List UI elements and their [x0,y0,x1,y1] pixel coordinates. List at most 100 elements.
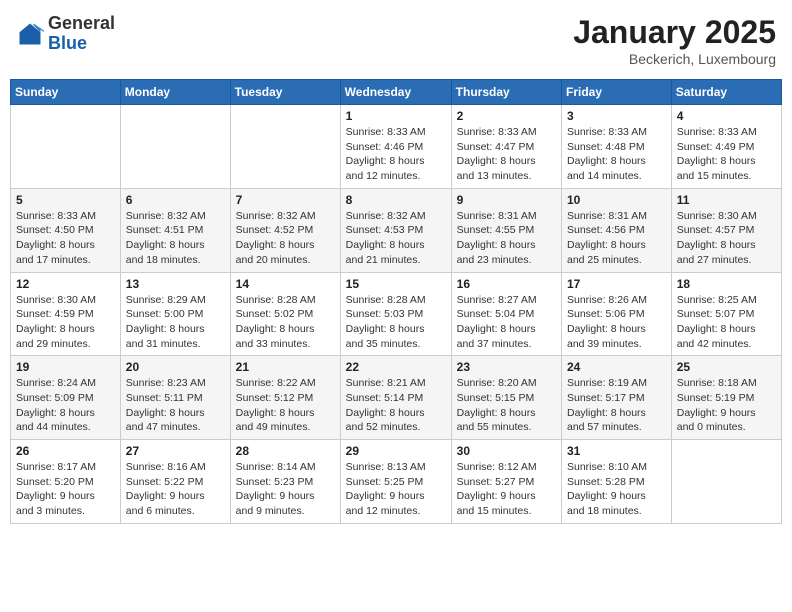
day-number: 20 [126,360,225,374]
day-info: Sunrise: 8:16 AM Sunset: 5:22 PM Dayligh… [126,460,225,519]
title-block: January 2025 Beckerich, Luxembourg [573,14,776,67]
calendar-cell [11,105,121,189]
day-info: Sunrise: 8:33 AM Sunset: 4:46 PM Dayligh… [346,125,446,184]
calendar-cell: 16 Sunrise: 8:27 AM Sunset: 5:04 PM Dayli… [451,272,561,356]
day-number: 16 [457,277,556,291]
day-info: Sunrise: 8:21 AM Sunset: 5:14 PM Dayligh… [346,376,446,435]
day-info: Sunrise: 8:13 AM Sunset: 5:25 PM Dayligh… [346,460,446,519]
day-info: Sunrise: 8:31 AM Sunset: 4:55 PM Dayligh… [457,209,556,268]
weekday-header-sunday: Sunday [11,80,121,105]
calendar-cell [120,105,230,189]
day-info: Sunrise: 8:14 AM Sunset: 5:23 PM Dayligh… [236,460,335,519]
calendar-cell [230,105,340,189]
month-title: January 2025 [573,14,776,51]
calendar-cell: 28Sunrise: 8:14 AM Sunset: 5:23 PM Dayli… [230,440,340,524]
weekday-header-thursday: Thursday [451,80,561,105]
day-info: Sunrise: 8:12 AM Sunset: 5:27 PM Dayligh… [457,460,556,519]
day-number: 9 [457,193,556,207]
day-info: Sunrise: 8:26 AM Sunset: 5:06 PM Dayligh… [567,293,666,352]
day-info: Sunrise: 8:24 AM Sunset: 5:09 PM Dayligh… [16,376,115,435]
day-number: 7 [236,193,335,207]
calendar-cell: 13Sunrise: 8:29 AM Sunset: 5:00 PM Dayli… [120,272,230,356]
calendar-cell: 22Sunrise: 8:21 AM Sunset: 5:14 PM Dayli… [340,356,451,440]
calendar-week-2: 5 Sunrise: 8:33 AM Sunset: 4:50 PM Daylig… [11,188,782,272]
calendar-cell: 12Sunrise: 8:30 AM Sunset: 4:59 PM Dayli… [11,272,121,356]
calendar-cell: 26 Sunrise: 8:17 AM Sunset: 5:20 PM Dayli… [11,440,121,524]
calendar-cell [671,440,781,524]
day-info: Sunrise: 8:32 AM Sunset: 4:53 PM Dayligh… [346,209,446,268]
day-number: 12 [16,277,115,291]
calendar-cell: 2Sunrise: 8:33 AM Sunset: 4:47 PM Daylig… [451,105,561,189]
day-info: Sunrise: 8:32 AM Sunset: 4:52 PM Dayligh… [236,209,335,268]
day-number: 25 [677,360,776,374]
calendar-week-4: 19 Sunrise: 8:24 AM Sunset: 5:09 PM Dayli… [11,356,782,440]
calendar-cell: 15Sunrise: 8:28 AM Sunset: 5:03 PM Dayli… [340,272,451,356]
day-number: 13 [126,277,225,291]
day-number: 31 [567,444,666,458]
calendar-cell: 1 Sunrise: 8:33 AM Sunset: 4:46 PM Daylig… [340,105,451,189]
logo-general: General [48,14,115,34]
day-number: 6 [126,193,225,207]
day-info: Sunrise: 8:18 AM Sunset: 5:19 PM Dayligh… [677,376,776,435]
day-number: 5 [16,193,115,207]
weekday-header-monday: Monday [120,80,230,105]
calendar-cell: 31 Sunrise: 8:10 AM Sunset: 5:28 PM Dayli… [562,440,672,524]
calendar-cell: 23 Sunrise: 8:20 AM Sunset: 5:15 PM Dayli… [451,356,561,440]
calendar-cell: 18Sunrise: 8:25 AM Sunset: 5:07 PM Dayli… [671,272,781,356]
day-number: 14 [236,277,335,291]
day-info: Sunrise: 8:10 AM Sunset: 5:28 PM Dayligh… [567,460,666,519]
calendar-cell: 7 Sunrise: 8:32 AM Sunset: 4:52 PM Daylig… [230,188,340,272]
weekday-header-friday: Friday [562,80,672,105]
day-number: 19 [16,360,115,374]
day-number: 27 [126,444,225,458]
day-number: 8 [346,193,446,207]
calendar-cell: 14 Sunrise: 8:28 AM Sunset: 5:02 PM Dayli… [230,272,340,356]
weekday-row: SundayMondayTuesdayWednesdayThursdayFrid… [11,80,782,105]
day-number: 2 [457,109,556,123]
calendar-cell: 3 Sunrise: 8:33 AM Sunset: 4:48 PM Daylig… [562,105,672,189]
calendar-cell: 8 Sunrise: 8:32 AM Sunset: 4:53 PM Daylig… [340,188,451,272]
day-info: Sunrise: 8:17 AM Sunset: 5:20 PM Dayligh… [16,460,115,519]
day-number: 23 [457,360,556,374]
calendar-cell: 5 Sunrise: 8:33 AM Sunset: 4:50 PM Daylig… [11,188,121,272]
day-info: Sunrise: 8:33 AM Sunset: 4:48 PM Dayligh… [567,125,666,184]
calendar-week-1: 1 Sunrise: 8:33 AM Sunset: 4:46 PM Daylig… [11,105,782,189]
day-number: 11 [677,193,776,207]
calendar-cell: 17 Sunrise: 8:26 AM Sunset: 5:06 PM Dayli… [562,272,672,356]
day-info: Sunrise: 8:28 AM Sunset: 5:02 PM Dayligh… [236,293,335,352]
day-number: 17 [567,277,666,291]
weekday-header-saturday: Saturday [671,80,781,105]
day-info: Sunrise: 8:20 AM Sunset: 5:15 PM Dayligh… [457,376,556,435]
day-number: 30 [457,444,556,458]
day-info: Sunrise: 8:33 AM Sunset: 4:49 PM Dayligh… [677,125,776,184]
day-info: Sunrise: 8:33 AM Sunset: 4:50 PM Dayligh… [16,209,115,268]
calendar-cell: 25 Sunrise: 8:18 AM Sunset: 5:19 PM Dayli… [671,356,781,440]
day-info: Sunrise: 8:30 AM Sunset: 4:57 PM Dayligh… [677,209,776,268]
day-info: Sunrise: 8:32 AM Sunset: 4:51 PM Dayligh… [126,209,225,268]
day-info: Sunrise: 8:27 AM Sunset: 5:04 PM Dayligh… [457,293,556,352]
weekday-header-wednesday: Wednesday [340,80,451,105]
day-info: Sunrise: 8:22 AM Sunset: 5:12 PM Dayligh… [236,376,335,435]
calendar-cell: 27 Sunrise: 8:16 AM Sunset: 5:22 PM Dayli… [120,440,230,524]
calendar-table: SundayMondayTuesdayWednesdayThursdayFrid… [10,79,782,524]
day-number: 15 [346,277,446,291]
day-number: 29 [346,444,446,458]
calendar-week-5: 26 Sunrise: 8:17 AM Sunset: 5:20 PM Dayli… [11,440,782,524]
calendar-cell: 19 Sunrise: 8:24 AM Sunset: 5:09 PM Dayli… [11,356,121,440]
calendar-cell: 10Sunrise: 8:31 AM Sunset: 4:56 PM Dayli… [562,188,672,272]
day-info: Sunrise: 8:19 AM Sunset: 5:17 PM Dayligh… [567,376,666,435]
calendar-cell: 30 Sunrise: 8:12 AM Sunset: 5:27 PM Dayli… [451,440,561,524]
day-info: Sunrise: 8:31 AM Sunset: 4:56 PM Dayligh… [567,209,666,268]
day-number: 1 [346,109,446,123]
calendar-body: 1 Sunrise: 8:33 AM Sunset: 4:46 PM Daylig… [11,105,782,524]
calendar-header: SundayMondayTuesdayWednesdayThursdayFrid… [11,80,782,105]
calendar-cell: 4Sunrise: 8:33 AM Sunset: 4:49 PM Daylig… [671,105,781,189]
logo-blue: Blue [48,34,115,54]
day-number: 26 [16,444,115,458]
weekday-header-tuesday: Tuesday [230,80,340,105]
day-number: 3 [567,109,666,123]
logo-text: General Blue [48,14,115,54]
page-header: General Blue January 2025 Beckerich, Lux… [10,10,782,71]
day-info: Sunrise: 8:23 AM Sunset: 5:11 PM Dayligh… [126,376,225,435]
day-number: 21 [236,360,335,374]
